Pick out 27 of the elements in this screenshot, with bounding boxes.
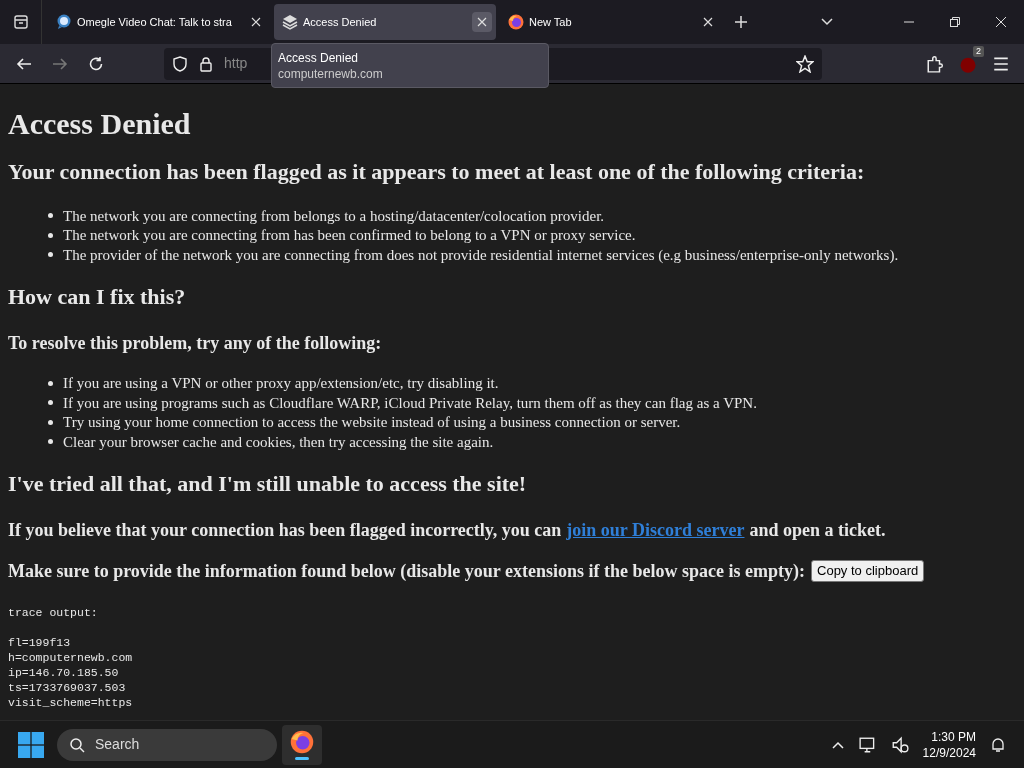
list-item: Try using your home connection to access the website instead of using a business connection or server. bbox=[63, 413, 681, 432]
section-heading: I've tried all that, and I'm still unable to access the site! bbox=[8, 469, 527, 498]
section-heading: How can I fix this? bbox=[8, 282, 186, 311]
list-item: The network you are connecting from belongs to a hosting/datacenter/colocation provider. bbox=[63, 206, 605, 226]
trace-label: trace output: bbox=[8, 604, 98, 620]
badge-count: 2 bbox=[973, 45, 984, 57]
page-heading: Access Denied bbox=[8, 106, 191, 142]
section-heading: Your connection has been flagged as it appears to meet at least one of the following criteria: bbox=[8, 158, 865, 186]
list-item: The provider of the network you are connecting from does not provide residential internet services (e.g business/enterprise-only networks). bbox=[63, 245, 899, 265]
clock-time: 1:30 PM bbox=[931, 728, 976, 745]
address-text: http bbox=[224, 54, 248, 73]
clock-date: 12/9/2024 bbox=[922, 744, 976, 761]
list-item: If you are using programs such as Cloudflare WARP, iCloud Private Relay, turn them off as they can flag as a VPN. bbox=[63, 393, 757, 413]
paragraph: Make sure to provide the information found below (disable your extensions if the below space is empty): bbox=[8, 559, 805, 583]
tab-title: Access Denied bbox=[303, 14, 378, 30]
subheading: To resolve this problem, try any of the following: bbox=[8, 331, 382, 355]
tooltip-url: computernewb.com bbox=[278, 66, 383, 82]
trace-output: fl=199f13 h=computernewb.com ip=146.70.185.50 ts=1733769037.503 visit_scheme=https bbox=[8, 634, 133, 710]
list-item: If you are using a VPN or other proxy app/extension/etc, try disabling it. bbox=[63, 374, 499, 393]
tab-title: Omegle Video Chat: Talk to stra bbox=[77, 14, 233, 30]
search-placeholder: Search bbox=[95, 735, 140, 754]
tooltip-title: Access Denied bbox=[278, 50, 359, 66]
tab-title: New Tab bbox=[529, 14, 573, 30]
paragraph: If you believe that your connection has been flagged incorrectly, you can bbox=[8, 518, 562, 542]
list-item: Clear your browser cache and cookies, then try accessing the site again. bbox=[63, 432, 494, 452]
list-item: The network you are connecting from has been confirmed to belong to a VPN or proxy service. bbox=[63, 226, 636, 245]
paragraph: and open a ticket. bbox=[749, 518, 886, 542]
